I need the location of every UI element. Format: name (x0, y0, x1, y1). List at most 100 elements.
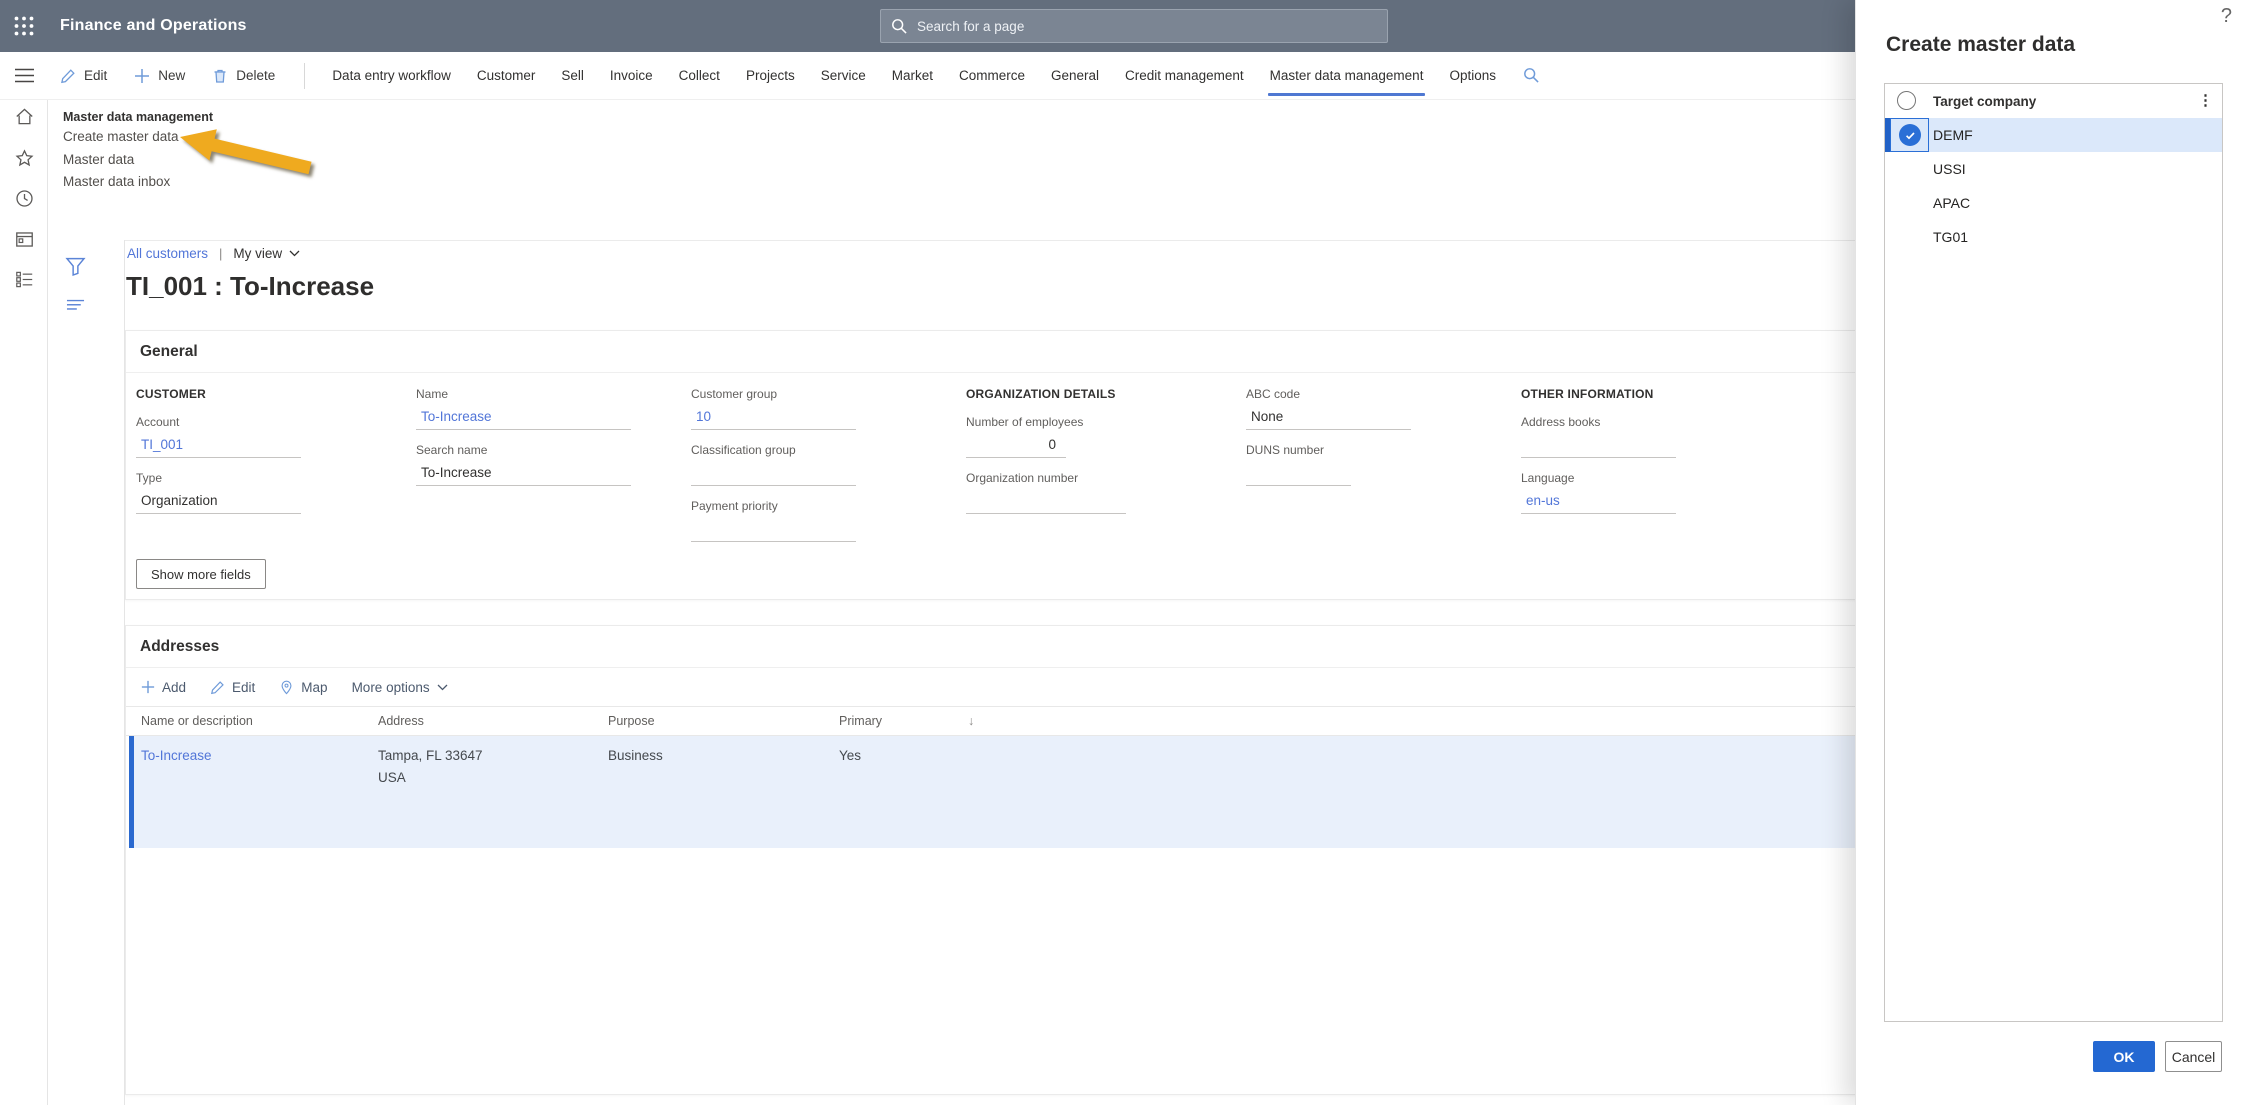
tab-collect[interactable]: Collect (666, 52, 733, 100)
address-name-link[interactable]: To-Increase (141, 745, 212, 767)
tab-data-entry-workflow[interactable]: Data entry workflow (319, 52, 464, 100)
more-options-button[interactable]: More options (352, 680, 448, 695)
general-section-title: General (126, 331, 1856, 373)
search-name-label: Search name (416, 443, 488, 457)
company-row-apac[interactable]: APAC (1885, 186, 2222, 220)
column-primary[interactable]: Primary (839, 714, 882, 728)
sidebar-workspaces[interactable] (12, 227, 36, 251)
show-list-button[interactable] (63, 292, 87, 316)
number-of-employees-label: Number of employees (966, 415, 1084, 429)
payment-priority-input[interactable] (691, 517, 856, 542)
address-books-input[interactable] (1521, 433, 1676, 458)
language-input[interactable]: en-us (1521, 489, 1676, 514)
number-of-employees-input[interactable]: 0 (966, 433, 1066, 458)
grid-header-row: Target company ⋮ (1885, 84, 2222, 118)
name-label: Name (416, 387, 449, 401)
filter-icon (64, 257, 86, 276)
sidebar-favorites[interactable] (12, 146, 36, 170)
filter-button[interactable] (63, 254, 87, 278)
customer-group-input[interactable]: 10 (691, 405, 856, 430)
edit-button[interactable]: Edit (60, 68, 107, 84)
language-field: Language en-us (1521, 471, 1676, 514)
tab-market[interactable]: Market (879, 52, 946, 100)
add-address-button[interactable]: Add (141, 680, 186, 695)
grid-header-label: Target company (1933, 93, 2037, 109)
customer-group-label: Customer group (691, 387, 778, 401)
more-options-label: More options (351, 679, 430, 695)
name-input[interactable]: To-Increase (416, 405, 631, 430)
app-launcher-button[interactable] (0, 0, 48, 52)
help-button[interactable]: ? (2221, 5, 2232, 28)
select-all-radio[interactable] (1897, 91, 1916, 110)
tab-invoice[interactable]: Invoice (597, 52, 666, 100)
duns-number-input[interactable] (1246, 461, 1351, 486)
column-address[interactable]: Address (378, 714, 424, 728)
search-name-field: Search name To-Increase (416, 443, 631, 486)
search-name-input[interactable]: To-Increase (416, 461, 631, 486)
tab-general[interactable]: General (1038, 52, 1112, 100)
duns-number-label: DUNS number (1246, 443, 1325, 457)
classification-group-field: Classification group (691, 443, 856, 486)
classification-group-label: Classification group (691, 443, 796, 457)
home-icon (15, 107, 33, 124)
sidebar-recent[interactable] (12, 186, 36, 210)
module-link-master-data[interactable]: Master data (63, 149, 134, 172)
breadcrumb-link-all-customers[interactable]: All customers (127, 246, 208, 261)
list-icon (15, 271, 32, 287)
filter-rail (48, 240, 125, 1105)
type-input[interactable]: Organization (136, 489, 301, 514)
plus-icon (141, 680, 155, 694)
tab-commerce[interactable]: Commerce (946, 52, 1038, 100)
delete-button[interactable]: Delete (212, 68, 275, 84)
create-master-data-panel: ? Create master data Target company ⋮ DE… (1855, 0, 2250, 1105)
search-icon (892, 18, 907, 34)
tab-customer[interactable]: Customer (464, 52, 549, 100)
general-column-5: ABC code None DUNS number (1246, 387, 1411, 499)
tab-master-data-management[interactable]: Master data management (1257, 52, 1437, 100)
show-more-fields-button[interactable]: Show more fields (136, 559, 266, 589)
general-column-1: CUSTOMER Account TI_001 Type Organizatio… (136, 387, 301, 527)
view-selector[interactable]: My view (233, 246, 300, 261)
company-label-tg01: TG01 (1933, 229, 1969, 245)
selected-check-cell[interactable] (1890, 118, 1929, 152)
company-row-ussi[interactable]: USSI (1885, 152, 2222, 186)
tab-options[interactable]: Options (1436, 52, 1509, 100)
account-input[interactable]: TI_001 (136, 433, 301, 458)
map-button[interactable]: Map (279, 680, 328, 695)
grid-more-button[interactable]: ⋮ (2198, 91, 2213, 111)
add-label: Add (162, 679, 187, 695)
module-link-create-master-data[interactable]: Create master data (63, 126, 179, 149)
company-row-tg01[interactable]: TG01 (1885, 220, 2222, 254)
organization-details-header: ORGANIZATION DETAILS (966, 387, 1116, 401)
module-link-master-data-inbox[interactable]: Master data inbox (63, 171, 170, 194)
ok-button[interactable]: OK (2093, 1041, 2155, 1072)
command-search-button[interactable] (1523, 67, 1540, 84)
tab-sell[interactable]: Sell (548, 52, 597, 100)
addresses-toolbar: Add Edit Map More options (126, 668, 1856, 706)
sidebar-modules[interactable] (12, 267, 36, 291)
page-search-box[interactable] (880, 9, 1388, 43)
abc-code-input[interactable]: None (1246, 405, 1411, 430)
cancel-button[interactable]: Cancel (2165, 1041, 2222, 1072)
sort-descending-icon[interactable]: ↓ (968, 714, 974, 728)
tab-projects[interactable]: Projects (733, 52, 808, 100)
edit-address-button[interactable]: Edit (210, 680, 255, 695)
new-label: New (158, 68, 186, 83)
column-name-or-description[interactable]: Name or description (141, 714, 253, 728)
company-row-demf[interactable]: DEMF (1885, 118, 2222, 152)
classification-group-input[interactable] (691, 461, 856, 486)
view-selector-label: My view (233, 246, 283, 261)
tab-credit-management[interactable]: Credit management (1112, 52, 1257, 100)
organization-number-field: Organization number (966, 471, 1126, 514)
abc-code-label: ABC code (1246, 387, 1301, 401)
payment-priority-field: Payment priority (691, 499, 856, 542)
sidebar-home[interactable] (12, 104, 36, 128)
name-field: Name To-Increase (416, 387, 631, 430)
column-purpose[interactable]: Purpose (608, 714, 655, 728)
nav-toggle-button[interactable] (0, 52, 48, 100)
search-input[interactable] (917, 18, 1377, 34)
organization-number-input[interactable] (966, 489, 1126, 514)
tab-service[interactable]: Service (808, 52, 879, 100)
address-table-row[interactable]: To-Increase Tampa, FL 33647 USA Business… (129, 736, 1856, 848)
new-button[interactable]: New (134, 68, 185, 84)
